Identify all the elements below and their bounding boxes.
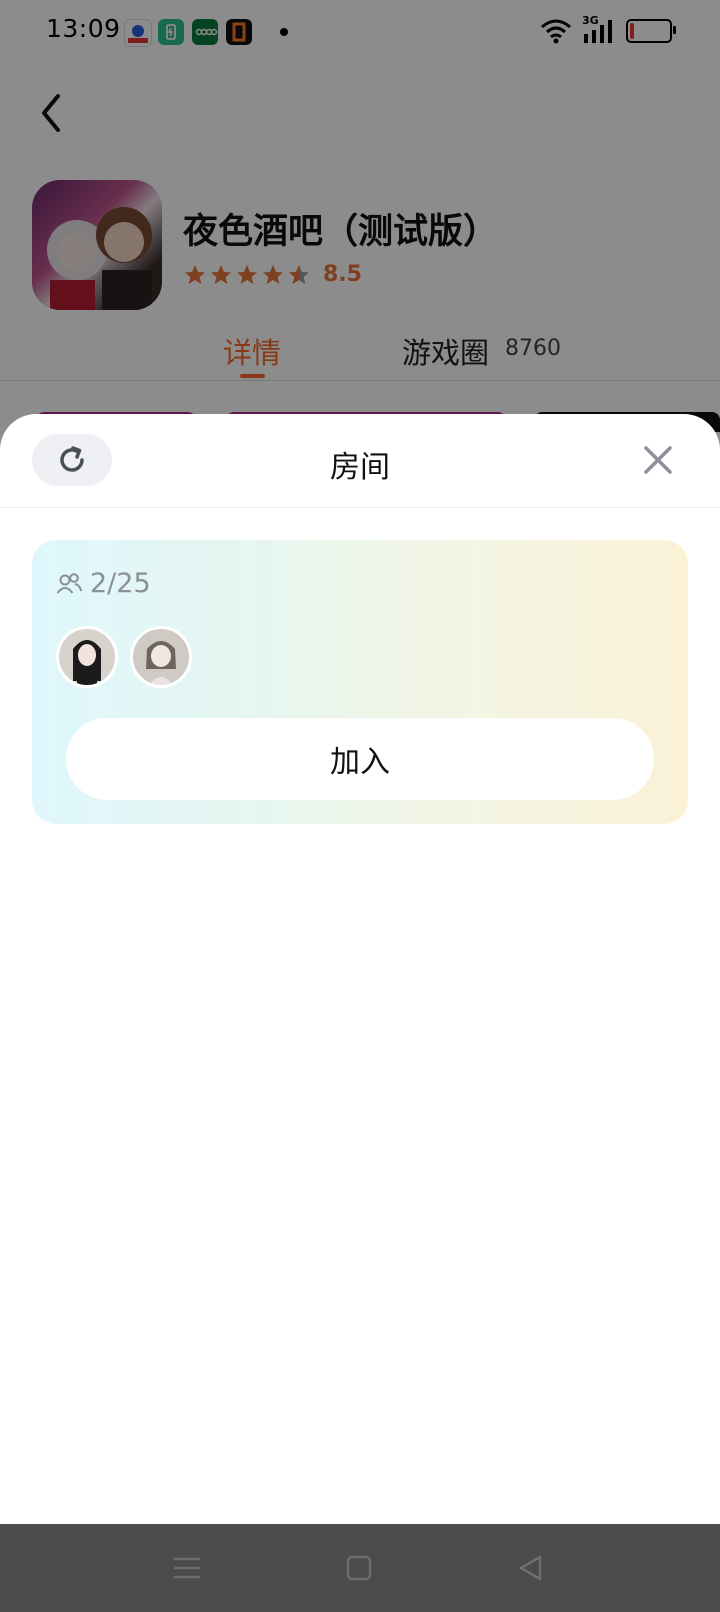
player-count-text: 2/25 [90,568,151,599]
player-avatars [56,626,192,688]
back-nav-icon[interactable] [513,1550,549,1586]
room-bottom-sheet: 房间 2/25 加入 [0,414,720,1524]
close-button[interactable] [638,440,678,480]
avatar[interactable] [56,626,118,688]
menu-icon[interactable] [169,1550,205,1586]
navigation-bar [0,1524,720,1612]
home-icon[interactable] [341,1550,377,1586]
room-card: 2/25 加入 [32,540,688,824]
close-icon [644,446,672,474]
users-icon [56,572,82,594]
avatar[interactable] [130,626,192,688]
join-button[interactable]: 加入 [66,718,654,800]
sheet-title: 房间 [330,450,390,485]
player-count: 2/25 [56,568,151,599]
sheet-divider [0,507,720,508]
